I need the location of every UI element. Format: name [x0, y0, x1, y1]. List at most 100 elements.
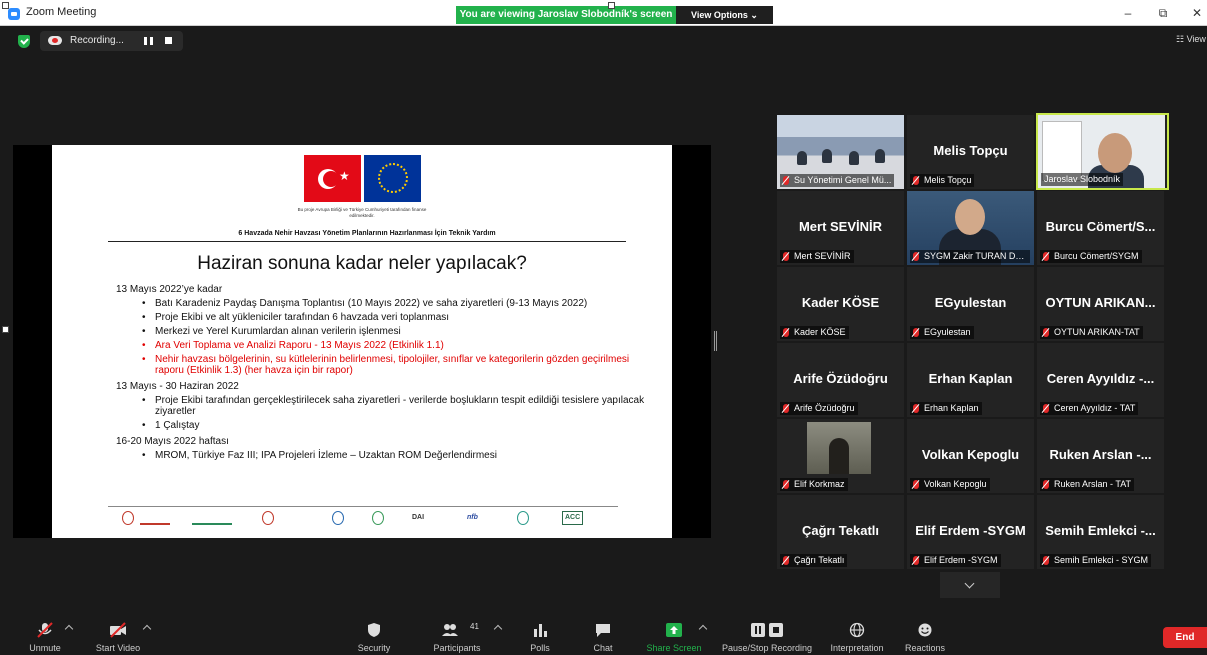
- maximize-button[interactable]: ⧉: [1153, 4, 1173, 22]
- participant-tile[interactable]: Volkan Kepoglu Volkan Kepoglu: [907, 419, 1034, 493]
- participant-tile[interactable]: Semih Emlekci -... Semih Emlekci - SYGM: [1037, 495, 1164, 569]
- pause-stop-recording-button[interactable]: Pause/Stop Recording: [718, 612, 816, 655]
- participant-tile[interactable]: Elif Erdem -SYGM Elif Erdem -SYGM: [907, 495, 1034, 569]
- participant-tile[interactable]: Ruken Arslan -... Ruken Arslan - TAT: [1037, 419, 1164, 493]
- polls-label: Polls: [530, 643, 550, 653]
- participant-display-name: Arife Özüdoğru: [793, 371, 888, 386]
- mic-muted-icon: [783, 404, 789, 413]
- mic-muted-icon: [913, 556, 919, 565]
- video-off-icon: [110, 622, 126, 638]
- participant-name: Volkan Kepoglu: [924, 479, 987, 489]
- chat-button[interactable]: Chat: [582, 612, 624, 655]
- participant-name: OYTUN ARIKAN-TAT: [1054, 327, 1140, 337]
- view-options-button[interactable]: View Options ⌄: [676, 6, 773, 24]
- mic-muted-icon: [913, 404, 919, 413]
- interpretation-button[interactable]: Interpretation: [826, 612, 888, 655]
- viewing-screen-banner: You are viewing Jaroslav Slobodník's scr…: [456, 6, 676, 24]
- participant-tile-active-speaker[interactable]: Jaroslav Slobodník: [1036, 113, 1169, 190]
- polls-button[interactable]: Polls: [520, 612, 560, 655]
- participant-display-name: OYTUN ARIKAN...: [1045, 295, 1156, 310]
- participant-tile[interactable]: Melis Topçu Melis Topçu: [907, 115, 1034, 189]
- mic-muted-icon: [783, 480, 789, 489]
- slide-section: 13 Mayıs 2022’ye kadar Batı Karadeniz Pa…: [116, 284, 656, 376]
- participant-tile[interactable]: EGyulestan EGyulestan: [907, 267, 1034, 341]
- pause-stop-recording-icon: [751, 623, 783, 637]
- participant-name: Melis Topçu: [924, 175, 972, 185]
- close-button[interactable]: ✕: [1187, 4, 1207, 22]
- zoom-window: Zoom Meeting You are viewing Jaroslav Sl…: [0, 0, 1207, 655]
- participant-name: Arife Özüdoğru: [794, 403, 855, 413]
- participant-tile[interactable]: OYTUN ARIKAN... OYTUN ARIKAN-TAT: [1037, 267, 1164, 341]
- unmute-label: Unmute: [29, 643, 61, 653]
- bullet-item: Merkezi ve Yerel Kurumlardan alınan veri…: [142, 326, 656, 337]
- participant-tile[interactable]: Arife Özüdoğru Arife Özüdoğru: [777, 343, 904, 417]
- participant-name-label: Volkan Kepoglu: [910, 478, 990, 491]
- participant-tile[interactable]: Elif Korkmaz: [777, 419, 904, 493]
- gallery-next-page-button[interactable]: [940, 572, 1000, 598]
- participant-name-label: Melis Topçu: [910, 174, 975, 187]
- participant-tile[interactable]: Burcu Cömert/S... Burcu Cömert/SYGM: [1037, 191, 1164, 265]
- participant-tile[interactable]: Erhan Kaplan Erhan Kaplan: [907, 343, 1034, 417]
- view-layout-button[interactable]: ☷ View: [1176, 34, 1206, 45]
- mic-muted-icon: [783, 252, 789, 261]
- partner-logo-icon: [262, 511, 274, 525]
- mic-muted-icon: [1043, 404, 1049, 413]
- participant-tile[interactable]: SYGM Zakir TURAN Da...: [907, 191, 1034, 265]
- participant-name-label: Su Yönetimi Genel Mü...: [780, 174, 895, 187]
- dai-logo: DAI: [412, 514, 425, 521]
- meeting-toolbar: Unmute Start Video Security 41 Participa…: [0, 612, 1207, 655]
- end-meeting-button[interactable]: End: [1163, 627, 1207, 648]
- participant-tile[interactable]: Çağrı Tekatlı Çağrı Tekatlı: [777, 495, 904, 569]
- participant-tile[interactable]: Su Yönetimi Genel Mü...: [777, 115, 904, 189]
- panel-splitter-handle[interactable]: [714, 331, 717, 351]
- share-screen-label: Share Screen: [646, 643, 702, 653]
- participant-display-name: Ceren Ayyıldız -...: [1046, 371, 1155, 386]
- encryption-shield-icon[interactable]: [18, 35, 30, 48]
- participant-name-label: SYGM Zakir TURAN Da...: [910, 250, 1030, 263]
- reactions-button[interactable]: Reactions: [900, 612, 950, 655]
- unmute-button[interactable]: Unmute: [20, 612, 70, 655]
- minimize-button[interactable]: –: [1118, 4, 1138, 22]
- participant-name-label: Ceren Ayyıldız - TAT: [1040, 402, 1139, 415]
- participant-tile[interactable]: Kader KÖSE Kader KÖSE: [777, 267, 904, 341]
- participant-name: SYGM Zakir TURAN Da...: [924, 251, 1028, 261]
- participant-display-name: Çağrı Tekatlı: [801, 523, 880, 538]
- participants-count: 41: [470, 622, 479, 631]
- security-button[interactable]: Security: [349, 612, 399, 655]
- title-bar: Zoom Meeting You are viewing Jaroslav Sl…: [0, 0, 1207, 26]
- eu-flag-icon: [364, 155, 421, 202]
- mic-muted-icon: [913, 176, 919, 185]
- resize-handle[interactable]: [608, 2, 615, 9]
- stop-recording-icon[interactable]: [165, 37, 172, 44]
- participant-name: EGyulestan: [924, 327, 971, 337]
- participant-name: Elif Korkmaz: [794, 479, 845, 489]
- participant-name: Jaroslav Slobodník: [1044, 174, 1121, 184]
- partner-logos: DAI nfb ACC: [122, 511, 602, 527]
- share-screen-button[interactable]: Share Screen: [642, 612, 706, 655]
- partner-logo-icon: [372, 511, 384, 525]
- mic-muted-icon: [913, 480, 919, 489]
- participants-button[interactable]: 41 Participants: [425, 612, 489, 655]
- reactions-smiley-icon: [918, 623, 932, 637]
- chat-icon: [596, 624, 610, 637]
- interpretation-label: Interpretation: [830, 643, 884, 653]
- mic-muted-icon: [913, 252, 919, 261]
- globe-icon: [849, 622, 865, 638]
- pause-recording-icon[interactable]: [144, 37, 153, 45]
- participant-name-label: Elif Korkmaz: [780, 478, 848, 491]
- participants-label: Participants: [433, 643, 481, 653]
- participant-name: Mert SEVİNİR: [794, 251, 851, 261]
- bullet-item: 1 Çalıştay: [142, 420, 656, 431]
- resize-handle[interactable]: [2, 2, 9, 9]
- partner-logo-icon: [140, 511, 170, 525]
- mic-muted-icon: [1043, 480, 1049, 489]
- cloud-recording-icon: [48, 36, 62, 45]
- participant-tile[interactable]: Mert SEVİNİR Mert SEVİNİR: [777, 191, 904, 265]
- divider: [108, 241, 626, 242]
- participant-tile[interactable]: Ceren Ayyıldız -... Ceren Ayyıldız - TAT: [1037, 343, 1164, 417]
- pause-stop-recording-label: Pause/Stop Recording: [721, 643, 813, 653]
- participants-caret-icon[interactable]: [493, 624, 503, 634]
- resize-handle[interactable]: [2, 326, 9, 333]
- slide-section: 16-20 Mayıs 2022 haftası MROM, Türkiye F…: [116, 436, 656, 461]
- start-video-button[interactable]: Start Video: [90, 612, 146, 655]
